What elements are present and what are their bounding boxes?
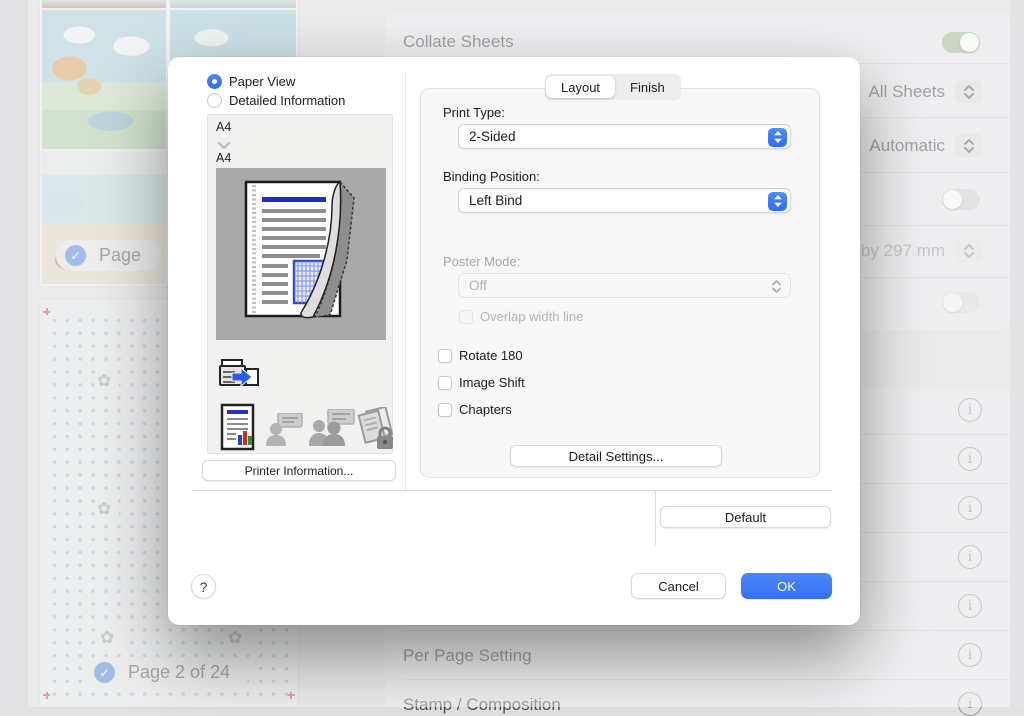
stepper-icon: [771, 279, 782, 297]
two-sided-printing-icon: [218, 358, 260, 399]
paper-from-label: A4: [216, 120, 231, 134]
question-mark-icon: ?: [200, 579, 208, 595]
printer-information-button[interactable]: Printer Information...: [202, 460, 396, 481]
detailed-information-radio-label: Detailed Information: [229, 93, 345, 108]
printer-features-dialog: Paper View Detailed Information A4 A4: [168, 57, 860, 625]
footer-vertical-divider: [655, 490, 656, 545]
checkbox-icon: [438, 376, 452, 390]
document-report-icon: [220, 403, 256, 454]
binding-position-select[interactable]: Left Bind: [458, 188, 791, 213]
binding-position-value: Left Bind: [469, 193, 522, 208]
checkbox-icon: [438, 403, 452, 417]
secure-booklet-icon: [356, 407, 394, 454]
chapters-checkbox[interactable]: Chapters: [438, 402, 512, 417]
binding-position-label: Binding Position:: [443, 169, 540, 184]
image-shift-checkbox[interactable]: Image Shift: [438, 375, 525, 390]
overlap-width-line-checkbox: Overlap width line: [459, 309, 583, 324]
page-curl-graphic: [216, 168, 386, 340]
rotate-180-checkbox[interactable]: Rotate 180: [438, 348, 523, 363]
paper-view-radio[interactable]: Paper View: [207, 74, 295, 89]
user-comment-icon: [266, 413, 304, 450]
radio-unselected-icon: [207, 93, 222, 108]
paper-to-label: A4: [216, 151, 231, 165]
poster-mode-select: Off: [458, 273, 791, 298]
paper-preview-image: [216, 168, 386, 340]
screen: { "background": { "page1_badge_label": "…: [0, 0, 1024, 707]
tab-layout[interactable]: Layout: [546, 76, 615, 98]
poster-mode-label: Poster Mode:: [443, 254, 520, 269]
paper-view-radio-label: Paper View: [229, 74, 295, 89]
detailed-information-radio[interactable]: Detailed Information: [207, 93, 345, 108]
paper-view-panel: A4 A4: [207, 114, 393, 454]
print-type-label: Print Type:: [443, 105, 505, 120]
print-type-select[interactable]: 2-Sided: [458, 124, 791, 149]
stepper-icon: [768, 192, 787, 211]
radio-selected-icon: [207, 74, 222, 89]
poster-mode-value: Off: [469, 278, 487, 293]
detail-settings-button[interactable]: Detail Settings...: [510, 445, 722, 467]
pane-divider: [405, 71, 406, 490]
users-comment-icon: [308, 409, 356, 450]
footer-divider: [192, 490, 832, 491]
checkbox-icon: [438, 349, 452, 363]
checkbox-icon: [459, 310, 473, 324]
stepper-icon: [768, 128, 787, 147]
tab-bar: Layout Finish: [545, 74, 681, 100]
tab-finish[interactable]: Finish: [615, 76, 680, 98]
ok-button[interactable]: OK: [741, 573, 832, 599]
print-type-value: 2-Sided: [469, 129, 516, 144]
cancel-button[interactable]: Cancel: [631, 573, 726, 599]
default-button[interactable]: Default: [660, 506, 831, 528]
help-button[interactable]: ?: [191, 574, 216, 599]
